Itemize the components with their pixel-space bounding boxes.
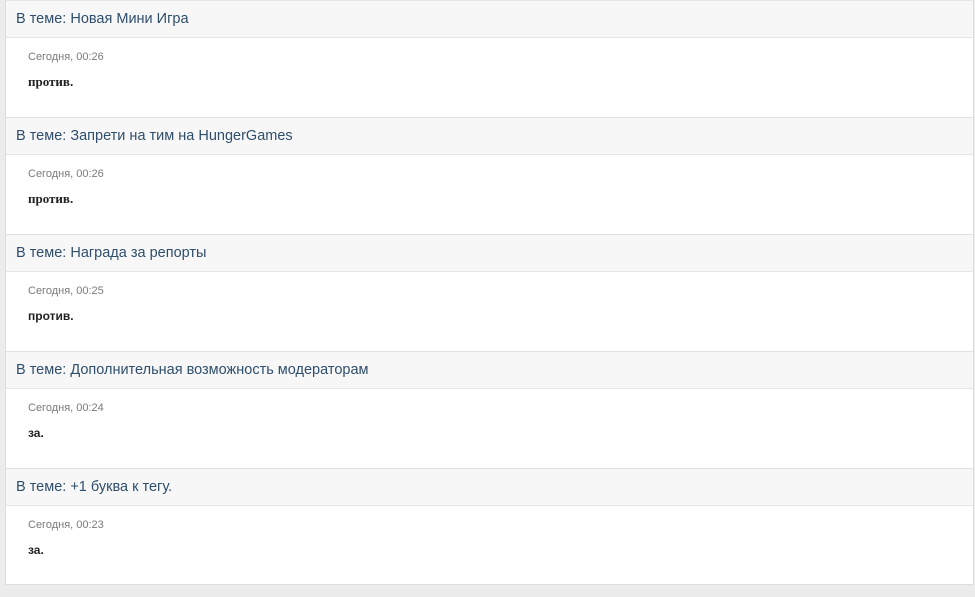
post-body: Сегодня, 00:26 против.	[6, 155, 973, 207]
topic-link[interactable]: Запрети на тим на HungerGames	[70, 128, 292, 144]
post-text: за.	[28, 426, 44, 440]
post-date: Сегодня, 00:24	[28, 402, 104, 414]
post-text: против.	[28, 309, 74, 323]
post-text: за.	[28, 543, 44, 557]
topic-link[interactable]: Дополнительная возможность модераторам	[70, 362, 368, 378]
post-header: В теме: Запрети на тим на HungerGames	[6, 117, 973, 155]
post-list: В теме: Новая Мини Игра Сегодня, 00:26 п…	[5, 0, 974, 585]
topic-link[interactable]: Новая Мини Игра	[70, 11, 188, 27]
topic-prefix: В теме:	[16, 479, 71, 495]
post-date: Сегодня, 00:26	[28, 168, 104, 180]
post-header: В теме: Награда за репорты	[6, 234, 973, 272]
topic-link[interactable]: +1 буква к тегу.	[70, 479, 172, 495]
post-header: В теме: +1 буква к тегу.	[6, 468, 973, 506]
post-item: В теме: +1 буква к тегу. Сегодня, 00:23 …	[6, 468, 973, 585]
topic-prefix: В теме:	[16, 245, 71, 261]
post-text: против.	[28, 74, 74, 89]
post-body: Сегодня, 00:24 за.	[6, 389, 973, 441]
post-text: против.	[28, 191, 74, 206]
post-header: В теме: Дополнительная возможность модер…	[6, 351, 973, 389]
post-date: Сегодня, 00:23	[28, 519, 104, 531]
post-item: В теме: Дополнительная возможность модер…	[6, 351, 973, 468]
topic-prefix: В теме:	[16, 128, 71, 144]
topic-prefix: В теме:	[16, 362, 71, 378]
post-item: В теме: Новая Мини Игра Сегодня, 00:26 п…	[6, 0, 973, 117]
topic-prefix: В теме:	[16, 11, 71, 27]
post-header: В теме: Новая Мини Игра	[6, 0, 973, 38]
post-body: Сегодня, 00:25 против.	[6, 272, 973, 324]
topic-link[interactable]: Награда за репорты	[70, 245, 206, 261]
post-date: Сегодня, 00:26	[28, 51, 104, 63]
post-body: Сегодня, 00:26 против.	[6, 38, 973, 90]
post-item: В теме: Награда за репорты Сегодня, 00:2…	[6, 234, 973, 351]
post-item: В теме: Запрети на тим на HungerGames Се…	[6, 117, 973, 234]
post-body: Сегодня, 00:23 за.	[6, 506, 973, 558]
post-date: Сегодня, 00:25	[28, 285, 104, 297]
